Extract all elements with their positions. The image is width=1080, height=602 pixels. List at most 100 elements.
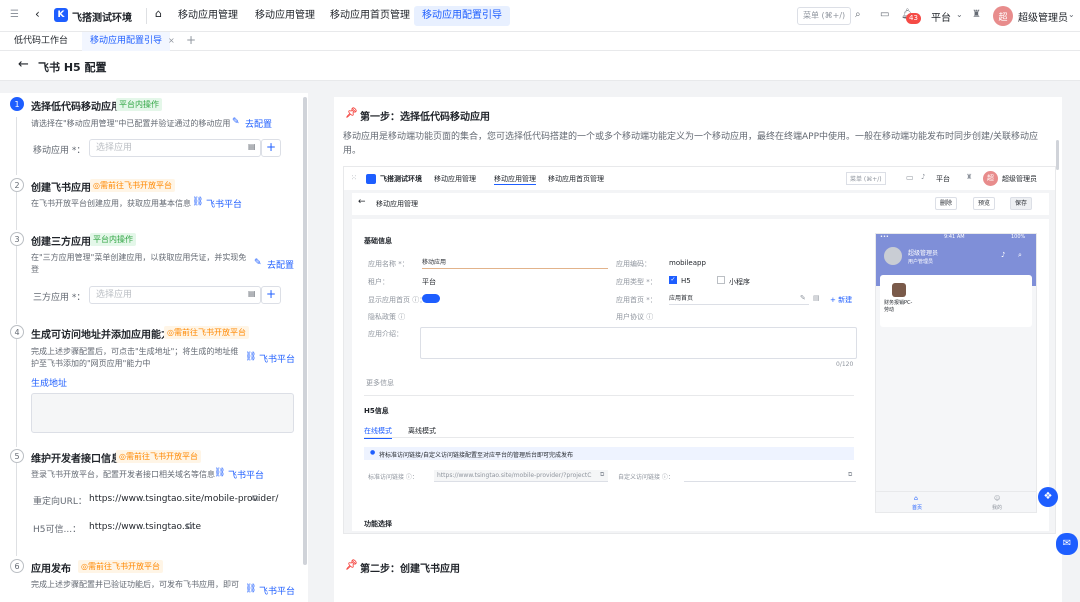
mock-label: 应用类型 *： (616, 278, 657, 286)
step-tag: ◎需前往飞书开放平台 (90, 179, 175, 192)
example-screenshot: ⁙ 飞搭测试环境 移动应用管理 移动应用管理 移动应用首页管理 菜单 (⌘+/)… (343, 166, 1056, 534)
checkbox-checked-icon: ✓ (669, 276, 677, 284)
third-party-app-label: 三方应用 *： (33, 293, 86, 303)
copy-icon[interactable]: ⧉ (252, 494, 258, 504)
help-float-icon[interactable]: ❖ (1038, 487, 1058, 507)
mock-value: 小程序 (729, 278, 750, 286)
mock-section-h5: H5信息 (364, 407, 389, 415)
mock-user: 超级管理员 (1002, 175, 1037, 183)
tab-lowcode-workbench[interactable]: 低代码工作台 (6, 32, 76, 51)
step-title: 选择低代码移动应用 (31, 102, 121, 113)
step-desc-line: 登 (31, 265, 39, 274)
nav-mobile-config-guide[interactable]: 移动应用配置引导 (414, 6, 510, 26)
copy-icon[interactable]: ⧉ (186, 522, 192, 532)
step-connector (16, 117, 17, 175)
step-title: 维护开发者接口信息 (31, 454, 121, 465)
user-name[interactable]: 超级管理员 (1018, 9, 1068, 24)
link-icon: ⛓ (214, 468, 226, 478)
feishu-platform-link[interactable]: 飞书平台 (206, 197, 242, 210)
mock-value: mobileapp (669, 259, 706, 267)
nav-mobile-app-mgmt-2[interactable]: 移动应用管理 (247, 6, 323, 26)
step-number: 6 (10, 559, 24, 573)
third-party-app-select[interactable]: 选择应用 (89, 286, 261, 304)
avatar[interactable]: 超 (993, 6, 1013, 26)
back-arrow-icon[interactable]: ← (18, 57, 29, 72)
link-icon: ⛓ (245, 352, 257, 362)
scrollbar[interactable] (303, 97, 307, 565)
page-header: ← 飞书 H5 配置 (0, 51, 1080, 81)
home-icon: ⌂ (914, 495, 918, 502)
avatar: 超 (983, 171, 998, 186)
search-icon[interactable]: ⌕ (855, 9, 861, 20)
link-icon: ⛓ (192, 197, 204, 207)
mock-label: 用户协议 ⓘ (616, 313, 654, 321)
step2-heading: 第二步：创建飞书应用 (360, 564, 460, 575)
mobile-app-label: 移动应用 *： (33, 146, 86, 156)
mobile-app-select[interactable]: 选择应用 (89, 139, 261, 157)
copy-icon: ⧉ (600, 471, 605, 478)
goto-config-link[interactable]: 去配置 (267, 258, 294, 271)
mock-phone-sub: 用户管理员 (908, 259, 934, 265)
page-title: 飞书 H5 配置 (38, 61, 107, 74)
skin-icon: ♜ (966, 173, 973, 181)
add-app-button[interactable]: + (261, 139, 281, 157)
mock-platform: 平台 (936, 175, 950, 183)
step-connector (16, 462, 17, 556)
notification-badge: 43 (906, 13, 921, 24)
app-icon (892, 283, 906, 297)
step-title: 创建飞书应用 (31, 183, 91, 194)
feishu-platform-link[interactable]: 飞书平台 (259, 584, 295, 597)
divider (364, 395, 854, 396)
platform-select[interactable]: 平台 (931, 9, 951, 24)
add-third-party-button[interactable]: + (261, 286, 281, 304)
nav-mobile-app-mgmt-1[interactable]: 移动应用管理 (170, 6, 246, 26)
step-desc: 完成上述步骤配置并已验证功能后，可发布飞书应用，即可 (31, 580, 239, 589)
mock-tab-offline: 离线模式 (408, 427, 436, 435)
h5-trusted-value: https://www.tsingtao.site (89, 522, 202, 532)
add-tab-button[interactable]: + (186, 33, 196, 47)
goto-config-link[interactable]: 去配置 (245, 117, 272, 130)
link-icon: ⛓ (245, 584, 257, 594)
mock-value: 平台 (422, 278, 436, 286)
mock-search: 菜单 (⌘+/) (846, 172, 886, 185)
close-icon[interactable]: × (168, 36, 175, 45)
tab-mobile-config-guide[interactable]: 移动应用配置引导 (82, 32, 171, 51)
user-icon: ☺ (994, 495, 1001, 502)
home-icon[interactable]: ⌂ (155, 7, 162, 20)
menu-toggle-icon[interactable]: ☰ (10, 9, 19, 20)
nav-mobile-home-mgmt[interactable]: 移动应用首页管理 (322, 6, 418, 26)
scrollbar[interactable] (1056, 140, 1059, 170)
step-tag: 平台内操作 (116, 98, 162, 111)
redirect-url-value: https://www.tsingtao.site/mobile-provide… (89, 494, 279, 504)
assistant-float-icon[interactable]: ✉ (1056, 533, 1078, 555)
step-desc: 登录飞书开放平台，配置开发者接口相关域名等信息 (31, 470, 215, 479)
list-icon[interactable]: ▤ (248, 289, 256, 298)
feishu-platform-link[interactable]: 飞书平台 (259, 352, 295, 365)
search-input[interactable]: 菜单 (⌘+/) (797, 7, 851, 25)
page-tab-strip: 低代码工作台 移动应用配置引导 × + (0, 32, 1080, 51)
mock-input (684, 470, 856, 482)
step-title: 创建三方应用 (31, 237, 91, 248)
mock-label: 租户： (368, 278, 389, 286)
edit-icon: ✎ (232, 117, 240, 127)
generate-address-link[interactable]: 生成地址 (31, 376, 67, 389)
mock-label: 应用介绍： (368, 330, 403, 338)
step-number: 3 (10, 232, 24, 246)
feishu-platform-link[interactable]: 飞书平台 (228, 468, 264, 481)
mock-delete-button: 删除 (935, 197, 958, 210)
step-connector (16, 246, 17, 324)
list-icon[interactable]: ▤ (248, 142, 256, 151)
step-title: 生成可访问地址并添加应用能力 (31, 330, 171, 341)
skin-icon[interactable]: ♜ (972, 9, 981, 20)
top-bar: ☰ ‹ K 飞搭测试环境 ⌂ 移动应用管理 移动应用管理 移动应用首页管理 移动… (0, 0, 1080, 32)
step-tag: 平台内操作 (90, 233, 136, 246)
step-number: 1 (10, 97, 24, 111)
monitor-icon[interactable]: ▭ (880, 9, 889, 20)
mock-value: H5 (681, 277, 691, 285)
mock-preview-button: 预览 (973, 197, 996, 210)
address-textarea[interactable] (31, 393, 294, 433)
grid-icon: ⁙ (351, 174, 357, 182)
step-desc: 在飞书开放平台创建应用，获取应用基本信息 (31, 199, 191, 208)
back-chevron-icon[interactable]: ‹ (35, 7, 40, 21)
mock-label: 标准访问链接 ⓘ： (368, 474, 418, 481)
